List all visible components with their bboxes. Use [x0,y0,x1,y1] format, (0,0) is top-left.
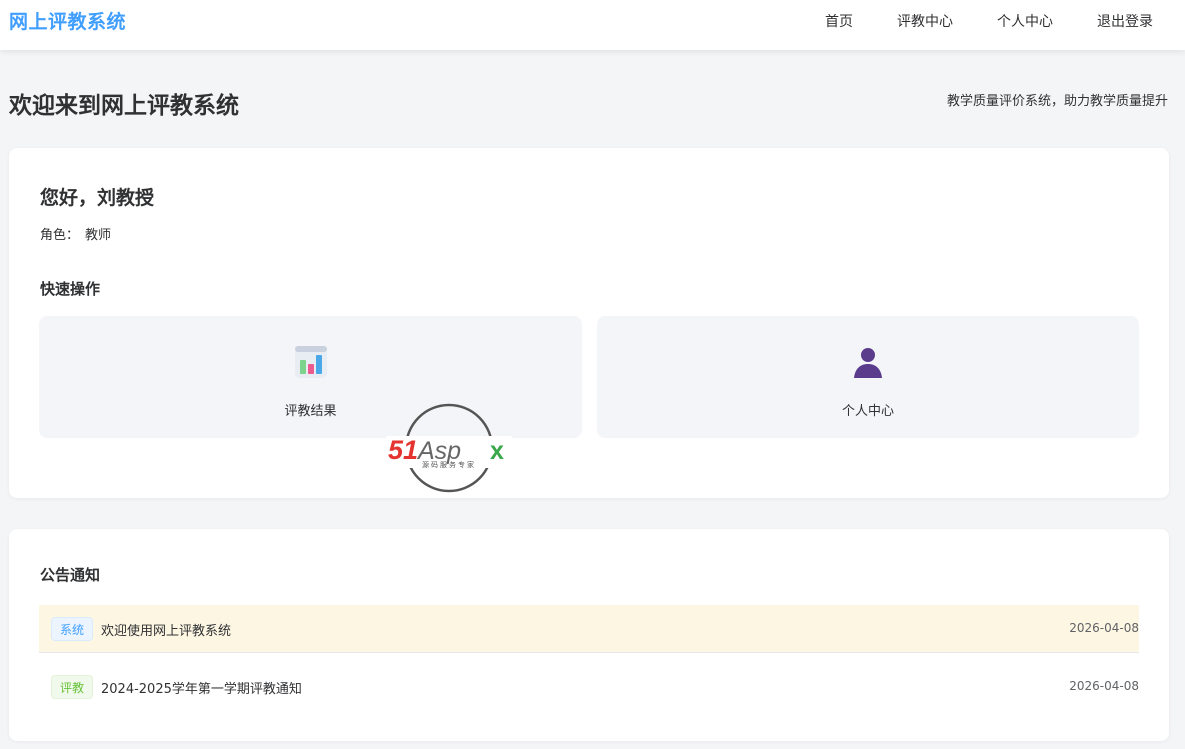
user-icon [854,348,882,378]
page-subtitle: 教学质量评价系统，助力教学质量提升 [946,94,1168,109]
nav-profile[interactable]: 个人中心 [997,11,1053,31]
bar-chart-icon [294,346,327,378]
quick-actions-title: 快速操作 [40,280,101,298]
quick-action-profile[interactable]: 个人中心 [597,316,1139,438]
notice-tag: 系统 [51,617,94,641]
quick-action-label: 个人中心 [841,404,894,419]
user-greeting: 您好，刘教授 [40,187,155,209]
notice-item[interactable]: 评教 2024-2025学年第一学期评教通知 2026-04-08 [39,663,1139,711]
role-label: 角色： [40,228,80,243]
notice-text: 2024-2025学年第一学期评教通知 [101,682,302,697]
notice-tag: 评教 [51,675,94,699]
nav-home[interactable]: 首页 [825,11,853,31]
notice-item[interactable]: 系统 欢迎使用网上评教系统 2026-04-08 [39,605,1139,653]
page-title: 欢迎来到网上评教系统 [9,93,239,119]
watermark-brand-a: 51 [388,435,418,465]
user-role: 角色： 教师 [40,224,111,243]
nav-logout[interactable]: 退出登录 [1097,11,1153,31]
top-navbar: 网上评教系统 首页 评教中心 个人中心 退出登录 [0,0,1185,50]
notice-section-title: 公告通知 [40,566,101,584]
role-value: 教师 [85,228,112,243]
notice-date: 2026-04-08 [1069,621,1139,635]
notice-text: 欢迎使用网上评教系统 [101,624,232,639]
main-nav: 首页 评教中心 个人中心 退出登录 [0,11,1185,31]
notice-date: 2026-04-08 [1069,679,1139,693]
nav-evaluation-center[interactable]: 评教中心 [897,11,953,31]
watermark-brand-c: x [490,437,504,465]
watermark-logo: 51 Asp x 源码服务专家 [386,403,512,493]
notice-card: 公告通知 系统 欢迎使用网上评教系统 2026-04-08 评教 2024-20… [9,529,1169,741]
user-card: 您好，刘教授 角色： 教师 快速操作 评教结果 个人中心 [9,148,1169,498]
watermark-tagline: 源码服务专家 [422,460,476,469]
